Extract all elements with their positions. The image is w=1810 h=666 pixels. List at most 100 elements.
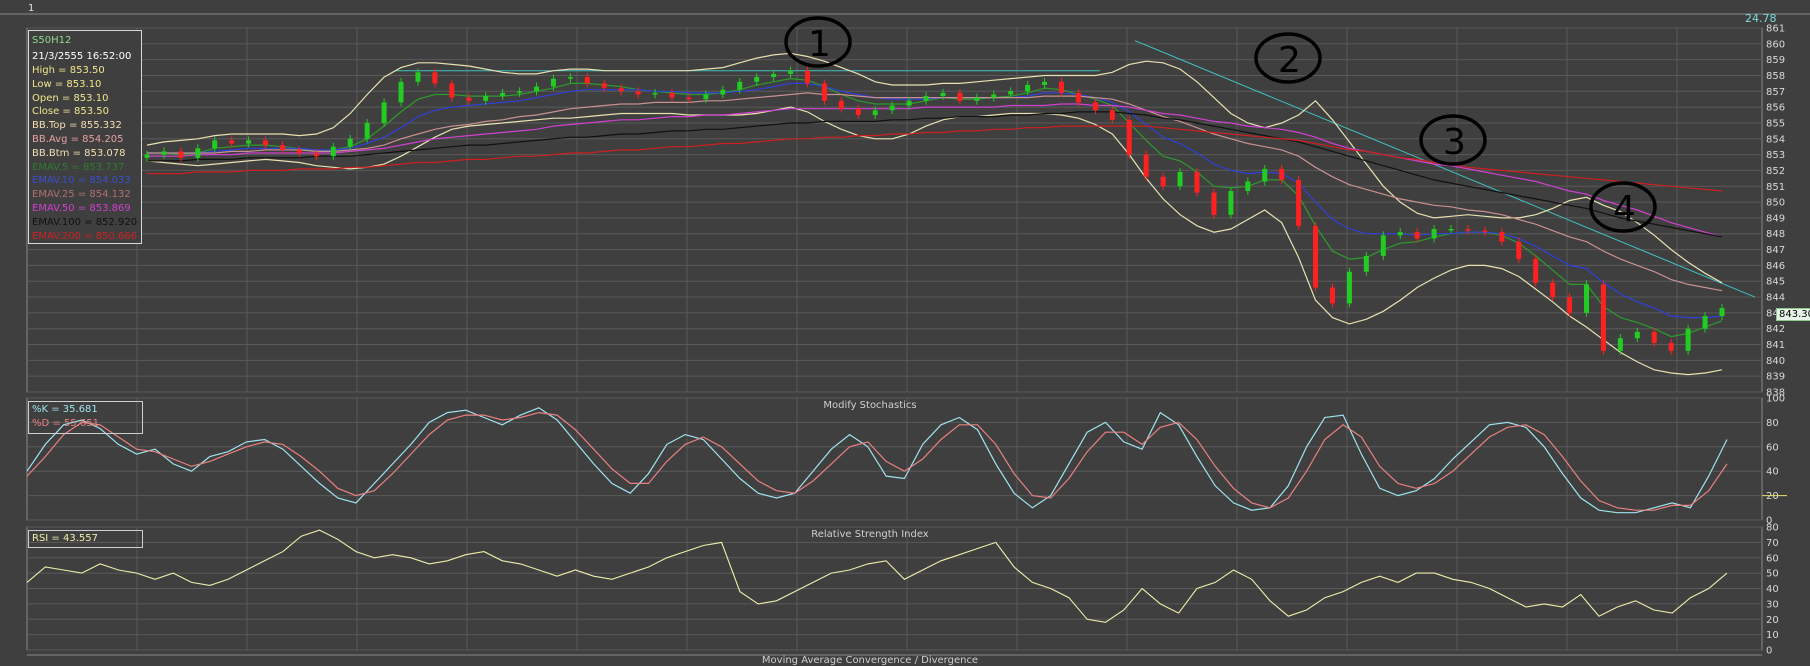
info-row: EMAV.100 = 852.920 xyxy=(32,216,138,228)
candle-body xyxy=(347,138,353,147)
candle-body xyxy=(1245,181,1251,192)
stoch-tick-label: 20 xyxy=(1766,491,1779,502)
candle-body xyxy=(1143,154,1149,177)
candle-body xyxy=(1075,92,1081,103)
candle-body xyxy=(1651,331,1657,343)
candle-body xyxy=(635,91,641,95)
macd-title: Moving Average Convergence / Divergence xyxy=(761,655,979,666)
candle-body xyxy=(1567,297,1573,313)
annotation-label: 2 xyxy=(1278,40,1301,81)
candle-body xyxy=(618,88,624,92)
candle-body xyxy=(1414,232,1420,239)
candle-body xyxy=(263,140,269,146)
candle-body xyxy=(1160,176,1166,187)
candle-body xyxy=(1025,84,1031,92)
rsi-tick-label: 30 xyxy=(1766,599,1779,610)
candle-body xyxy=(195,148,201,158)
price-tick-label: 846 xyxy=(1766,261,1785,272)
candle-body xyxy=(1279,168,1285,180)
trading-chart[interactable]: 8388398408418428438448458468478488498508… xyxy=(0,0,1810,662)
candle-body xyxy=(1211,192,1217,215)
info-row: Close = 853.50 xyxy=(32,106,109,118)
candle-body xyxy=(279,145,285,150)
rsi-label: RSI = 43.557 xyxy=(32,533,98,544)
candle-body xyxy=(1177,172,1183,187)
candle-body xyxy=(1397,232,1403,236)
candle-body xyxy=(821,83,827,101)
stoch-panel-frame xyxy=(26,397,1763,521)
candle-body xyxy=(517,91,523,93)
candle-body xyxy=(1092,102,1098,111)
rsi-tick-label: 70 xyxy=(1766,538,1779,549)
price-tick-label: 851 xyxy=(1766,182,1785,193)
window-index-label: 1 xyxy=(28,3,35,14)
stoch-tick-label: 80 xyxy=(1766,418,1779,429)
candle-body xyxy=(1533,259,1539,283)
candle-body xyxy=(144,154,150,158)
rsi-tick-label: 80 xyxy=(1766,523,1779,534)
candle-body xyxy=(1465,228,1471,231)
candle-body xyxy=(669,92,675,98)
price-tick-label: 844 xyxy=(1766,293,1785,304)
candle-body xyxy=(720,89,726,95)
info-row: High = 853.50 xyxy=(32,65,105,76)
info-symbol: S50H12 xyxy=(32,35,72,46)
price-tick-label: 854 xyxy=(1766,134,1785,145)
candle-body xyxy=(1313,225,1319,288)
price-tick-label: 853 xyxy=(1766,150,1785,161)
info-row: EMAV.50 = 853.869 xyxy=(32,202,131,214)
candle-body xyxy=(991,94,997,98)
candle-body xyxy=(415,72,421,82)
candle-body xyxy=(1600,284,1606,351)
candle-body xyxy=(703,94,709,100)
candle-body xyxy=(567,77,573,79)
candle-body xyxy=(1363,255,1369,272)
candle-body xyxy=(1668,342,1674,351)
candle-body xyxy=(1059,81,1065,93)
info-row: BB.Btm = 853.078 xyxy=(32,147,126,159)
info-row: EMAV.200 = 850.666 xyxy=(32,230,138,242)
rsi-series xyxy=(26,529,1728,623)
price-tick-label: 859 xyxy=(1766,55,1785,66)
candle-body xyxy=(1482,230,1488,233)
candle-body xyxy=(584,77,590,84)
candle-body xyxy=(1346,271,1352,304)
candle-body xyxy=(872,110,878,116)
info-row: Low = 853.10 xyxy=(32,78,102,90)
candle-body xyxy=(1109,110,1115,120)
candle-body xyxy=(957,92,963,101)
candle-body xyxy=(449,83,455,98)
price-tick-label: 849 xyxy=(1766,213,1785,224)
candle-body xyxy=(1617,338,1623,351)
candle-body xyxy=(771,73,777,78)
price-tick-label: 848 xyxy=(1766,229,1785,240)
price-tick-label: 847 xyxy=(1766,245,1785,256)
candle-body xyxy=(381,102,387,123)
price-tick-label: 857 xyxy=(1766,87,1785,98)
candle-body xyxy=(889,105,895,111)
stoch-tick-label: 60 xyxy=(1766,442,1779,453)
info-row: EMAV.10 = 854.033 xyxy=(32,175,131,187)
annotation-label: 4 xyxy=(1613,189,1636,230)
price-tick-label: 860 xyxy=(1766,39,1785,50)
candle-body xyxy=(754,77,760,82)
candle-body xyxy=(229,140,235,144)
rsi-tick-label: 20 xyxy=(1766,615,1779,626)
stoch-tick-label: 40 xyxy=(1766,467,1779,478)
candle-body xyxy=(1380,235,1386,256)
rsi-legend-box: RSI = 43.557 xyxy=(28,530,143,548)
series-bb-top xyxy=(146,52,1723,284)
candle-body xyxy=(788,70,794,74)
candle-body xyxy=(161,151,167,155)
candle-body xyxy=(1126,119,1132,155)
info-datetime: 21/3/2555 16:52:00 xyxy=(32,50,132,62)
candle-body xyxy=(1516,241,1522,260)
candle-body xyxy=(1499,232,1505,242)
candle-body xyxy=(1431,228,1437,239)
candle-body xyxy=(1685,328,1691,351)
annotation-label: 3 xyxy=(1443,122,1466,163)
candle-body xyxy=(398,81,404,103)
stoch-d-label: %D = 55.651 xyxy=(32,418,99,429)
info-row: BB.Avg = 854.205 xyxy=(32,133,124,145)
candles xyxy=(144,66,1725,355)
